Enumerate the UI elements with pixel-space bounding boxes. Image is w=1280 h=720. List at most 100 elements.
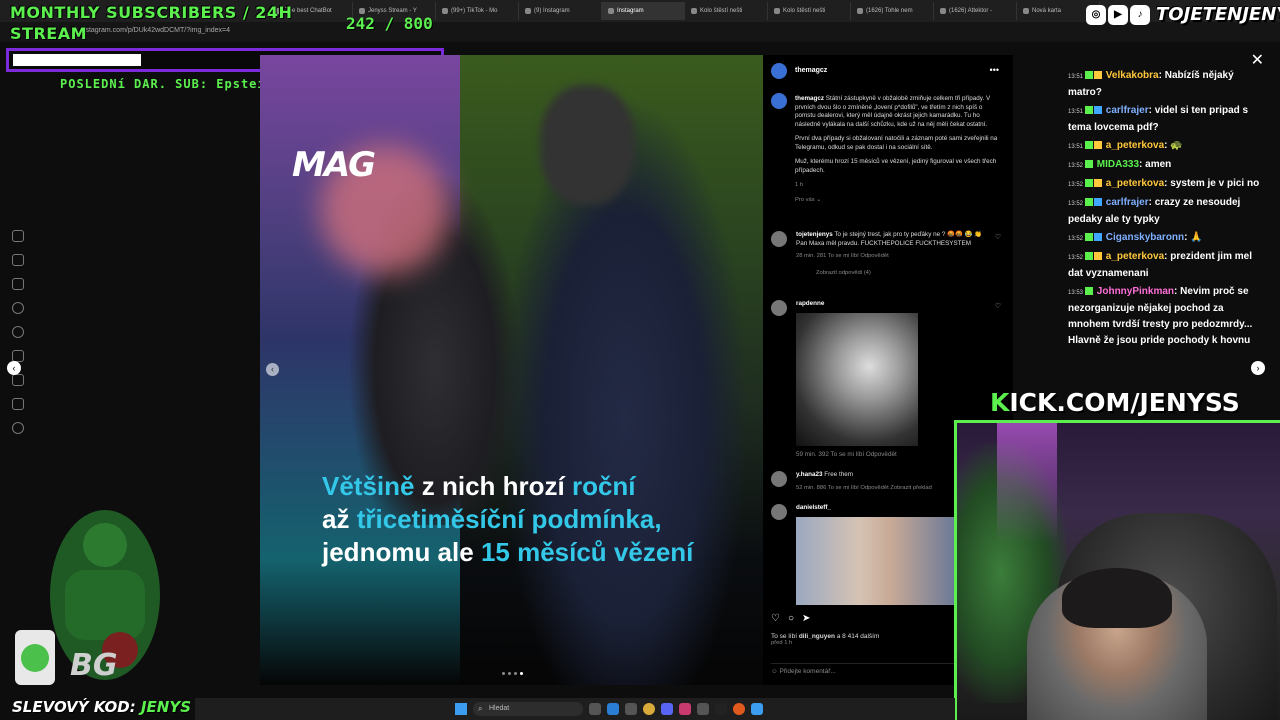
cam-light bbox=[997, 423, 1057, 543]
comment-body: tojetenjenys To je stejný trest, jak pro… bbox=[796, 231, 991, 277]
carousel-prev-button[interactable]: ‹ bbox=[266, 363, 279, 376]
profile-icon[interactable] bbox=[12, 422, 24, 434]
browser-tab[interactable]: (9) Instagram bbox=[519, 2, 602, 20]
post-description: themagcz Státní zástupkyně v obžalobě zm… bbox=[795, 95, 1003, 210]
comment-user[interactable]: tojetenjenys bbox=[796, 231, 833, 238]
carousel-dot bbox=[508, 672, 511, 675]
badge-icon bbox=[1094, 179, 1103, 187]
steam-icon[interactable] bbox=[715, 703, 727, 715]
store-icon[interactable] bbox=[625, 703, 637, 715]
avatar[interactable] bbox=[771, 93, 787, 109]
chat-user: Ciganskybaronn bbox=[1105, 232, 1185, 243]
like-comment-icon[interactable]: ♡ bbox=[995, 233, 1001, 241]
post-actions: ♡ ○ ➤ bbox=[771, 613, 810, 624]
notes-icon[interactable] bbox=[751, 703, 763, 715]
badge-icon bbox=[1085, 198, 1094, 206]
comment-text: Free them bbox=[824, 471, 853, 478]
browser-tab[interactable]: Kolo štěstí nešti bbox=[768, 2, 851, 20]
comment-user[interactable]: rapdenne bbox=[796, 300, 824, 307]
browser-tab[interactable]: (1626) Tohle nem bbox=[851, 2, 934, 20]
discord-icon[interactable] bbox=[661, 703, 673, 715]
desc-text: Státní zástupkyně v obžalobě zmiňuje cel… bbox=[795, 95, 991, 128]
tab-favicon-icon bbox=[940, 8, 946, 14]
browser-tab[interactable]: (1626) Attektor - bbox=[934, 2, 1017, 20]
chat-user: carlfrajer bbox=[1105, 197, 1149, 208]
badge-icon bbox=[1085, 233, 1094, 241]
app-icon[interactable] bbox=[697, 703, 709, 715]
post-caption: Většině z nich hrozí roční až třicetiměs… bbox=[322, 470, 693, 569]
badge-icon bbox=[1085, 252, 1094, 260]
desc-time: 1 h bbox=[795, 182, 804, 188]
more-options-icon[interactable]: ••• bbox=[990, 65, 999, 75]
file-explorer-icon[interactable] bbox=[589, 703, 601, 715]
home-icon[interactable] bbox=[12, 230, 24, 242]
search-placeholder: Hledat bbox=[489, 705, 510, 712]
badge-icon bbox=[1085, 141, 1094, 149]
comment-user[interactable]: danielsteff_ bbox=[796, 504, 831, 511]
share-icon[interactable]: ➤ bbox=[802, 613, 810, 624]
comment-image[interactable] bbox=[796, 313, 918, 446]
likes-user[interactable]: dili_nguyen bbox=[799, 633, 835, 640]
comment-user[interactable]: y.hana23 bbox=[796, 471, 823, 478]
comment-icon[interactable]: ○ bbox=[788, 613, 794, 624]
chat-message: 13:52 a_peterkova: prezident jim mel dat… bbox=[1068, 251, 1252, 279]
dashboard-icon[interactable] bbox=[12, 398, 24, 410]
badge-icon bbox=[1094, 233, 1103, 241]
badge-icon bbox=[1094, 252, 1103, 260]
desc-user[interactable]: themagcz bbox=[795, 95, 824, 102]
last-donation-label: POSLEDNí DAR. SUB: bbox=[60, 77, 209, 91]
avatar[interactable] bbox=[771, 231, 787, 247]
avatar[interactable] bbox=[771, 504, 787, 520]
badge-icon bbox=[1085, 287, 1094, 295]
create-icon[interactable] bbox=[12, 374, 24, 386]
chat-user: carlfrajer bbox=[1105, 105, 1149, 116]
chrome-icon[interactable] bbox=[643, 703, 655, 715]
taskbar-search[interactable]: ⌕ Hledat bbox=[473, 702, 583, 716]
edge-icon[interactable] bbox=[607, 703, 619, 715]
emoji-icon[interactable]: ☺ bbox=[771, 668, 778, 675]
badge-icon bbox=[1085, 179, 1094, 187]
browser-tab[interactable]: (99+) TikTok - Mo bbox=[436, 2, 519, 20]
monthly-subs-title: MONTHLY SUBSCRIBERS / 24H STREAM bbox=[10, 3, 293, 43]
view-replies[interactable]: Zobrazit odpovědi (4) bbox=[796, 269, 991, 278]
comment-body: rapdenne bbox=[796, 300, 991, 309]
account-name[interactable]: themagcz bbox=[795, 67, 827, 74]
instagram-sidebar bbox=[8, 230, 28, 434]
avatar[interactable] bbox=[771, 300, 787, 316]
for-you-label[interactable]: Pro vás ⌄ bbox=[795, 196, 1003, 205]
browser-tab-active[interactable]: Instagram bbox=[602, 2, 685, 20]
windows-start-icon[interactable] bbox=[455, 703, 467, 715]
badge-icon bbox=[1085, 106, 1094, 114]
likes-summary: To se líbí dili_nguyen a 8 414 dalším př… bbox=[771, 633, 879, 646]
chat-time: 13:52 bbox=[1068, 236, 1084, 242]
badge-icon bbox=[1085, 71, 1094, 79]
app-icon[interactable] bbox=[679, 703, 691, 715]
prev-post-button[interactable]: ‹ bbox=[7, 361, 21, 375]
search-icon[interactable] bbox=[12, 302, 24, 314]
next-post-button[interactable]: › bbox=[1251, 361, 1265, 375]
chat-message: 13:51 a_peterkova: 🐢 bbox=[1068, 140, 1183, 151]
badge-icon bbox=[1094, 106, 1103, 114]
carousel-dot bbox=[502, 672, 505, 675]
close-icon[interactable]: ✕ bbox=[1251, 50, 1264, 70]
reels-icon[interactable] bbox=[12, 254, 24, 266]
discount-code: SLEVOVÝ KOD: JENYS bbox=[12, 698, 191, 716]
chat-message: 13:52 Ciganskybaronn: 🙏 bbox=[1068, 232, 1203, 243]
chat-message: 13:51 Velkakobra: Nabízíš nějaký matro? bbox=[1068, 70, 1234, 98]
chat-message: 13:52 carlfrajer: crazy ze nesoudej peda… bbox=[1068, 197, 1241, 225]
avatar[interactable] bbox=[771, 63, 787, 79]
browser-tab[interactable]: Kolo štěstí nešti bbox=[685, 2, 768, 20]
comment-meta: 28 min. 281 To se mi líbí Odpovědět bbox=[796, 253, 889, 259]
comment-image[interactable] bbox=[796, 517, 954, 605]
carousel-dots bbox=[502, 672, 523, 675]
chat-time: 13:53 bbox=[1068, 290, 1084, 296]
like-comment-icon[interactable]: ♡ bbox=[995, 302, 1001, 310]
chat-message: 13:51 carlfrajer: videl si ten pripad s … bbox=[1068, 105, 1249, 133]
browser-icon[interactable] bbox=[733, 703, 745, 715]
like-icon[interactable]: ♡ bbox=[771, 613, 780, 624]
avatar[interactable] bbox=[771, 471, 787, 487]
explore-icon[interactable] bbox=[12, 326, 24, 338]
chat-time: 13:51 bbox=[1068, 109, 1084, 115]
messages-icon[interactable] bbox=[12, 278, 24, 290]
chat-message: 13:53 JohnnyPinkman: Nevim proč se nezor… bbox=[1068, 286, 1253, 346]
